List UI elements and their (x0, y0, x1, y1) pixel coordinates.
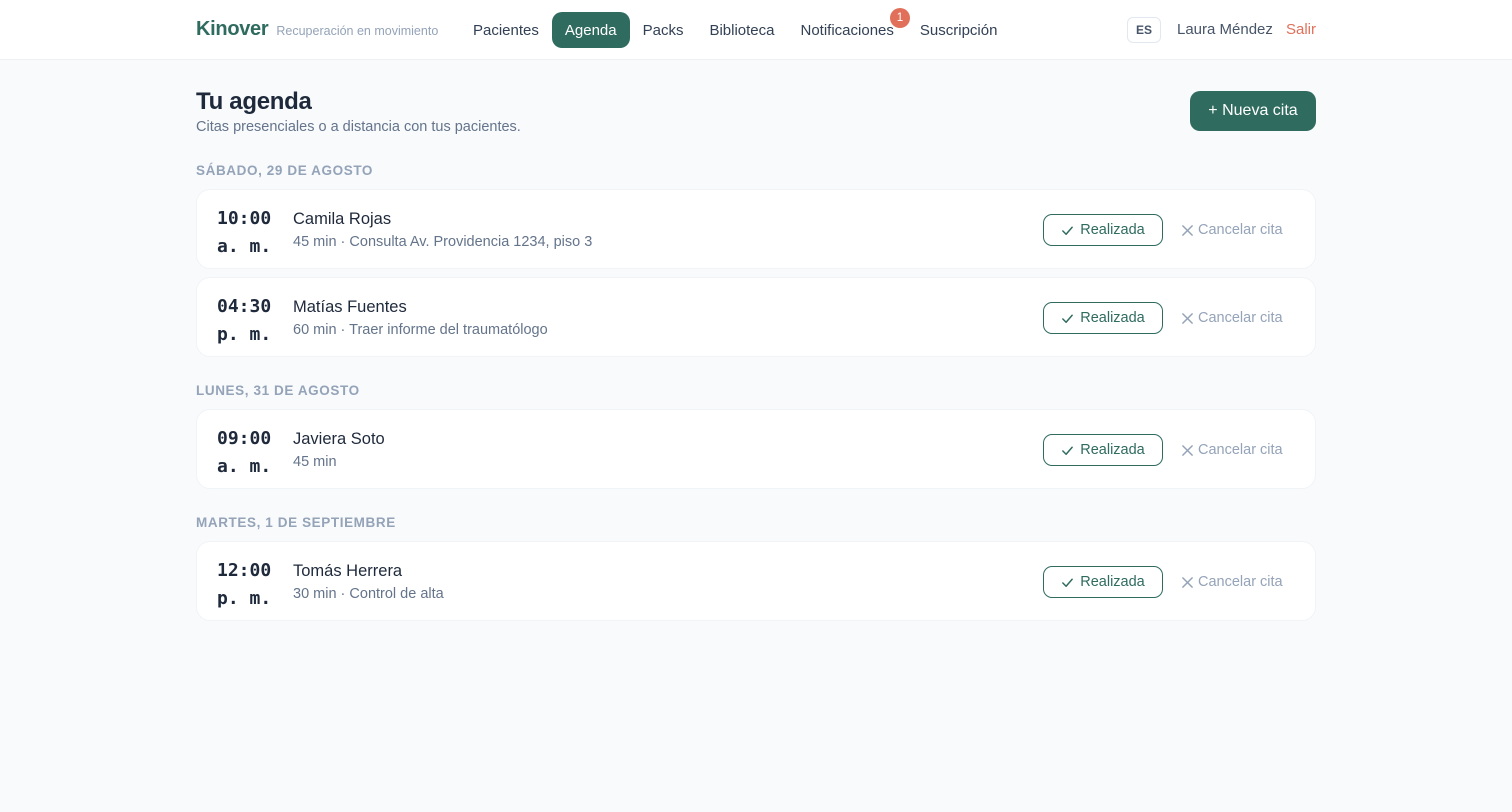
time-value: 12:00 (217, 560, 272, 581)
close-icon (1181, 224, 1194, 237)
patient-name: Javiera Soto (293, 430, 385, 448)
mark-done-label: Realizada (1080, 574, 1145, 590)
time-period: a. m. (217, 236, 272, 257)
appointment-detail: 45 min · Consulta Av. Providencia 1234, … (293, 234, 593, 250)
cancel-appointment-button[interactable]: Cancelar cita (1181, 566, 1283, 598)
mark-done-button[interactable]: Realizada (1043, 434, 1163, 466)
cancel-appointment-label: Cancelar cita (1198, 222, 1283, 238)
nav-item-packs[interactable]: Packs (630, 12, 697, 48)
time-period: p. m. (217, 588, 272, 609)
time-period: p. m. (217, 324, 272, 345)
patient-name: Tomás Herrera (293, 562, 403, 580)
time-value: 10:00 (217, 208, 272, 229)
patient-name: Matías Fuentes (293, 298, 407, 316)
cancel-appointment-button[interactable]: Cancelar cita (1181, 302, 1283, 334)
logout-link[interactable]: Salir (1286, 21, 1316, 38)
appointment-time: 09:00 a. m. (217, 425, 271, 481)
page-subtitle: Citas presenciales o a distancia con tus… (196, 119, 521, 135)
mark-done-label: Realizada (1080, 442, 1145, 458)
top-bar: Kinover Recuperación en movimiento Pacie… (0, 0, 1512, 60)
appointment-card: 04:30 p. m. Matías Fuentes 60 min · Trae… (196, 277, 1316, 357)
check-icon (1061, 576, 1074, 589)
cancel-appointment-button[interactable]: Cancelar cita (1181, 214, 1283, 246)
day-label: Lunes, 31 de agosto (196, 383, 360, 398)
nav-item-suscripcion[interactable]: Suscripción (907, 12, 1011, 48)
appointment-detail: 60 min · Traer informe del traumatólogo (293, 322, 548, 338)
cancel-appointment-label: Cancelar cita (1198, 442, 1283, 458)
appointment-card: 12:00 p. m. Tomás Herrera 30 min · Contr… (196, 541, 1316, 621)
appointment-detail: 45 min (293, 454, 337, 470)
mark-done-label: Realizada (1080, 222, 1145, 238)
mark-done-button[interactable]: Realizada (1043, 302, 1163, 334)
mark-done-label: Realizada (1080, 310, 1145, 326)
brand[interactable]: Kinover Recuperación en movimiento (196, 18, 438, 41)
brand-tagline: Recuperación en movimiento (276, 24, 439, 38)
check-icon (1061, 312, 1074, 325)
close-icon (1181, 444, 1194, 457)
mark-done-button[interactable]: Realizada (1043, 566, 1163, 598)
close-icon (1181, 312, 1194, 325)
check-icon (1061, 444, 1074, 457)
nav-item-biblioteca[interactable]: Biblioteca (696, 12, 787, 48)
close-icon (1181, 576, 1194, 589)
cancel-appointment-button[interactable]: Cancelar cita (1181, 434, 1283, 466)
mark-done-button[interactable]: Realizada (1043, 214, 1163, 246)
appointment-time: 04:30 p. m. (217, 293, 271, 349)
patient-name: Camila Rojas (293, 210, 392, 228)
new-appointment-button[interactable]: + Nueva cita (1190, 91, 1316, 131)
main-nav: Pacientes Agenda Packs Biblioteca Notifi… (460, 8, 1011, 48)
page-title: Tu agenda (196, 88, 312, 115)
nav-item-label: Notificaciones (800, 21, 894, 39)
appointment-time: 12:00 p. m. (217, 557, 271, 613)
check-icon (1061, 224, 1074, 237)
nav-item-pacientes[interactable]: Pacientes (460, 12, 552, 48)
nav-item-notificaciones[interactable]: Notificaciones 1 (788, 8, 910, 48)
user-name: Laura Méndez (1177, 21, 1273, 38)
brand-logo[interactable]: Kinover (196, 18, 269, 41)
time-value: 09:00 (217, 428, 272, 449)
day-label: Sábado, 29 de agosto (196, 163, 374, 178)
appointment-detail: 30 min · Control de alta (293, 586, 444, 602)
time-period: a. m. (217, 456, 272, 477)
day-label: Martes, 1 de septiembre (196, 515, 396, 530)
time-value: 04:30 (217, 296, 272, 317)
cancel-appointment-label: Cancelar cita (1198, 574, 1283, 590)
cancel-appointment-label: Cancelar cita (1198, 310, 1283, 326)
appointment-time: 10:00 a. m. (217, 205, 271, 261)
appointment-card: 10:00 a. m. Camila Rojas 45 min · Consul… (196, 189, 1316, 269)
nav-item-agenda[interactable]: Agenda (551, 12, 630, 48)
language-switch[interactable]: ES (1127, 17, 1161, 43)
appointment-card: 09:00 a. m. Javiera Soto 45 min Realizad… (196, 409, 1316, 489)
